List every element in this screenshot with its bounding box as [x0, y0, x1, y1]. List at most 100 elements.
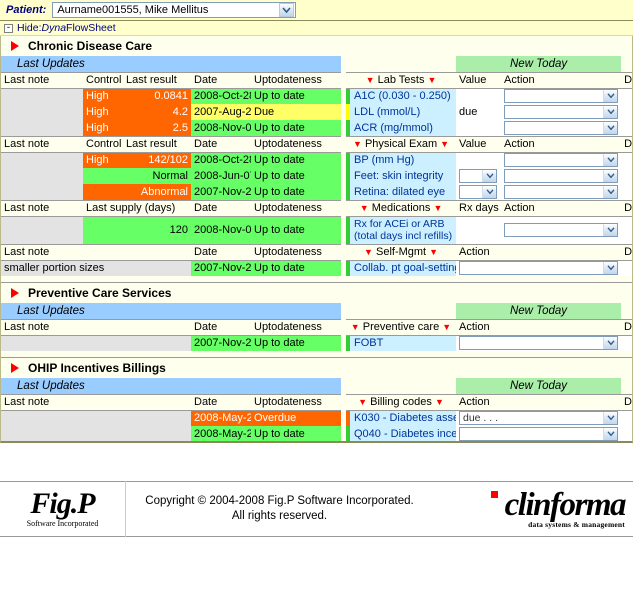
cell-item-k030[interactable]: K030 - Diabetes assess [346, 410, 456, 426]
cell-item-feet[interactable]: Feet: skin integrity [346, 168, 457, 184]
patient-select[interactable]: Aurname001555, Mike Mellitus [52, 2, 297, 18]
col-header-last-note: Last note [1, 199, 83, 217]
col-header-date: Date [191, 243, 251, 261]
cell-value[interactable] [456, 120, 502, 136]
chevron-down-icon[interactable] [279, 3, 295, 17]
col-header-date: Date [191, 71, 251, 89]
action-dropdown[interactable] [504, 153, 619, 168]
cell-last-result: Abnormal [123, 184, 191, 200]
cell-date: 2007-Nov-20 [191, 184, 251, 200]
sort-down-icon-right[interactable]: ▼ [429, 247, 438, 257]
action-dropdown[interactable] [459, 427, 618, 441]
cell-value[interactable] [456, 152, 502, 168]
action-dropdown[interactable] [459, 336, 618, 351]
section-header-chronic-disease-care[interactable]: Chronic Disease Care [1, 36, 632, 56]
action-dropdown[interactable] [459, 261, 619, 276]
patient-bar: Patient: Aurname001555, Mike Mellitus [0, 0, 633, 21]
chevron-down-icon[interactable] [482, 185, 497, 198]
cell-item-bp[interactable]: BP (mm Hg) [346, 152, 457, 168]
expand-triangle-icon[interactable] [11, 363, 19, 373]
group-header-medications[interactable]: ▼ Medications ▼ [346, 199, 457, 217]
cell-control [83, 168, 123, 184]
value-dropdown[interactable] [459, 184, 498, 199]
action-dropdown[interactable] [504, 184, 619, 199]
sort-down-icon-right[interactable]: ▼ [428, 75, 437, 85]
section-header-preventive-care-services[interactable]: Preventive Care Services [1, 283, 632, 303]
action-dropdown[interactable] [504, 223, 619, 237]
sort-down-icon-left[interactable]: ▼ [364, 247, 373, 257]
cell-rx-days[interactable] [456, 216, 502, 244]
table-row: High 4.2 2007-Aug-21 Due LDL (mmol/L) du… [1, 104, 632, 120]
banner-new-today: New Today [456, 56, 622, 72]
figp-logo-subtext: Software Incorporated [26, 519, 99, 528]
section-header-ohip-incentives-billings[interactable]: OHIP Incentives Billings [1, 358, 632, 378]
chevron-down-icon[interactable] [603, 154, 618, 167]
cell-value[interactable]: due [456, 104, 502, 120]
cell-item-a1c[interactable]: A1C (0.030 - 0.250) [346, 88, 457, 104]
col-header-uptodateness: Uptodateness [251, 135, 342, 153]
cell-last-note: smaller portion sizes [1, 260, 191, 276]
chevron-down-icon[interactable] [603, 224, 618, 236]
chevron-down-icon[interactable] [603, 106, 618, 118]
cell-item-rx-acei[interactable]: Rx for ACEi or ARB (total days incl refi… [346, 216, 457, 244]
action-dropdown[interactable] [504, 120, 619, 135]
col-header-date-right: Da [621, 135, 632, 153]
chevron-down-icon[interactable] [603, 337, 617, 350]
chevron-down-icon[interactable] [603, 412, 617, 425]
group-header-self-mgmt[interactable]: ▼ Self-Mgmt ▼ [346, 243, 457, 261]
value-dropdown[interactable] [459, 169, 498, 183]
chevron-down-icon[interactable] [603, 170, 618, 182]
cell-date-right [621, 152, 632, 168]
sort-down-icon-right[interactable]: ▼ [435, 397, 444, 407]
action-dropdown[interactable] [504, 169, 619, 183]
cell-item-ldl[interactable]: LDL (mmol/L) [346, 104, 457, 120]
action-dropdown[interactable]: due . . . [459, 411, 618, 426]
sort-down-icon-right[interactable]: ▼ [442, 322, 451, 332]
cell-item-fobt[interactable]: FOBT [346, 335, 456, 351]
chevron-down-icon[interactable] [603, 262, 618, 275]
item-label: LDL (mmol/L) [354, 106, 421, 118]
sort-down-icon-left[interactable]: ▼ [351, 322, 360, 332]
chevron-down-icon[interactable] [603, 121, 618, 134]
group-header-billing-codes[interactable]: ▼ Billing codes ▼ [346, 393, 456, 411]
sort-down-icon-right[interactable]: ▼ [440, 139, 449, 149]
group-header-preventive-care[interactable]: ▼ Preventive care ▼ [346, 318, 456, 336]
chevron-down-icon[interactable] [603, 90, 618, 103]
sort-down-icon-left[interactable]: ▼ [353, 139, 362, 149]
header-row-billing-codes: Last note Date Uptodateness ▼ Billing co… [1, 393, 632, 411]
sort-down-icon-left[interactable]: ▼ [360, 203, 369, 213]
cell-value[interactable] [456, 88, 502, 104]
action-dropdown[interactable] [504, 105, 619, 119]
col-header-action: Action [501, 135, 622, 153]
col-header-action: Action [456, 318, 621, 336]
section-separator [1, 276, 632, 283]
group-header-lab-tests[interactable]: ▼ Lab Tests ▼ [346, 71, 457, 89]
group-header-physical-exam[interactable]: ▼ Physical Exam ▼ [346, 135, 457, 153]
chevron-down-icon[interactable] [482, 170, 497, 182]
hide-dynaflowsheet-bar[interactable]: - Hide: Dyna FlowSheet [0, 21, 633, 36]
col-header-uptodateness: Uptodateness [251, 243, 342, 261]
expand-triangle-icon[interactable] [11, 288, 19, 298]
status-bar [346, 260, 351, 276]
sort-down-icon-right[interactable]: ▼ [433, 203, 442, 213]
banner-tail [621, 56, 632, 72]
collapse-toggle-icon[interactable]: - [4, 23, 13, 33]
chevron-down-icon[interactable] [603, 428, 617, 440]
cell-action [501, 152, 622, 168]
cell-item-q040[interactable]: Q040 - Diabetes incent [346, 426, 456, 441]
header-row-self-mgmt: Last note Date Uptodateness ▼ Self-Mgmt … [1, 243, 632, 261]
sort-down-icon-left[interactable]: ▼ [366, 75, 375, 85]
expand-triangle-icon[interactable] [11, 41, 19, 51]
cell-action [501, 184, 622, 200]
cell-item-acr[interactable]: ACR (mg/mmol) [346, 120, 457, 136]
cell-item-retina[interactable]: Retina: dilated eye [346, 184, 457, 200]
col-header-control: Control [83, 135, 123, 153]
col-header-last-result: Last result [123, 135, 191, 153]
page-bottom-pad [0, 537, 633, 561]
cell-item-collab[interactable]: Collab. pt goal-setting [346, 260, 457, 276]
sort-down-icon-left[interactable]: ▼ [358, 397, 367, 407]
chevron-down-icon[interactable] [603, 185, 618, 198]
action-dropdown[interactable] [504, 89, 619, 104]
cell-last-note [1, 410, 191, 426]
page-gap [0, 443, 633, 481]
